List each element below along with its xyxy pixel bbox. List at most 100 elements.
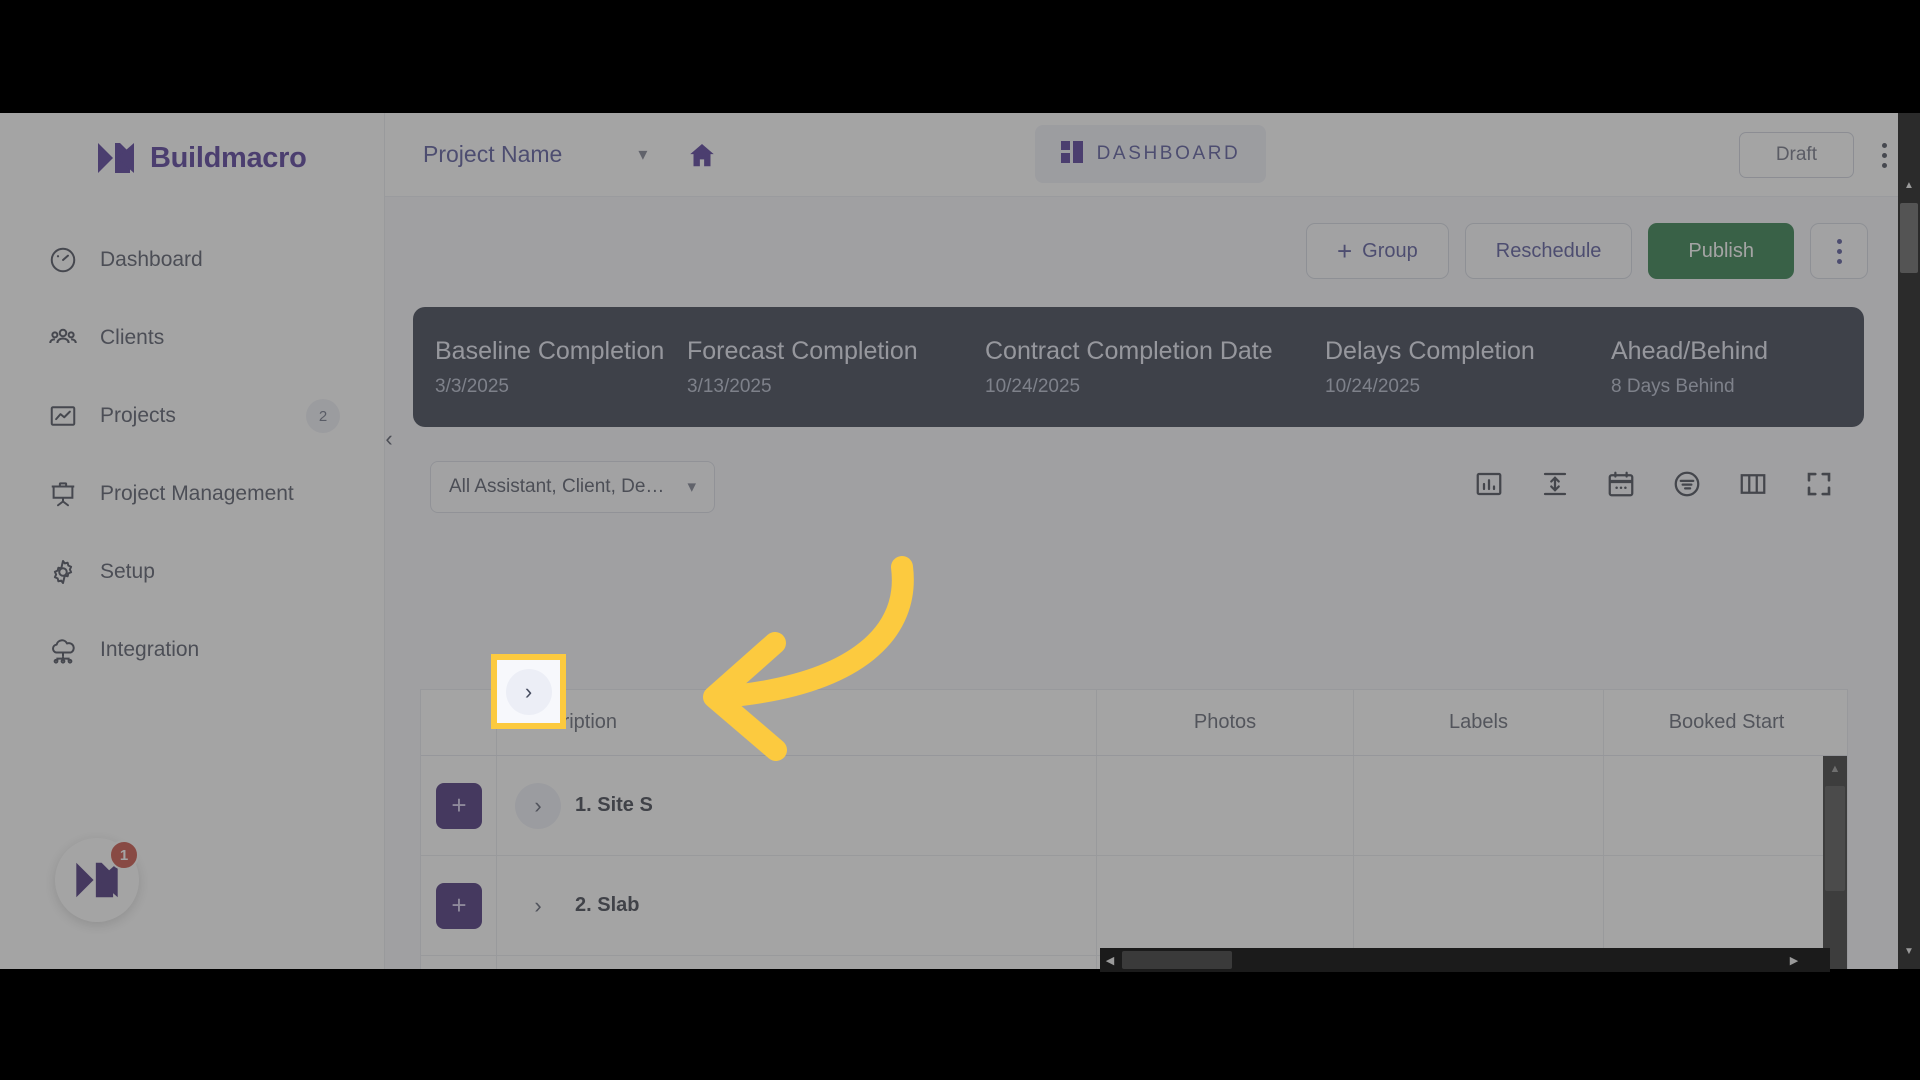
- row-labels-cell[interactable]: [1354, 856, 1604, 955]
- application-window: Buildmacro Dashboard Clients Projects 2 …: [0, 113, 1920, 969]
- brand-name: Buildmacro: [150, 141, 307, 174]
- more-vertical-icon: [1881, 142, 1887, 148]
- people-group-icon: [48, 323, 78, 353]
- speedometer-icon: [48, 245, 78, 275]
- floating-brand-button[interactable]: 1: [55, 838, 139, 922]
- page-scroll-up-icon[interactable]: ▲: [1898, 175, 1920, 195]
- grid-vertical-scrollbar-thumb[interactable]: [1825, 786, 1845, 891]
- schedule-action-bar: + Group Reschedule Publish: [1305, 223, 1868, 279]
- columns-icon[interactable]: [1738, 469, 1768, 499]
- stat-contract-completion-date: Contract Completion Date 10/24/2025: [985, 336, 1273, 397]
- row-booked-start-cell[interactable]: [1604, 856, 1847, 955]
- plus-icon: +: [1336, 236, 1353, 266]
- grid-header-labels[interactable]: Labels: [1354, 690, 1604, 755]
- sidebar-collapse-button[interactable]: ‹: [376, 413, 402, 465]
- sidebar-item-label: Dashboard: [100, 248, 203, 271]
- chart-box-icon: [48, 401, 78, 431]
- row-add-cell: +: [421, 856, 497, 955]
- table-row[interactable]: + › 2. Slab: [421, 856, 1847, 956]
- project-selector[interactable]: Project Name ▾: [423, 141, 647, 168]
- stat-forecast-completion: Forecast Completion 3/13/2025: [687, 336, 918, 397]
- sidebar-item-label: Projects: [100, 404, 176, 427]
- grid-toolbar: All Assistant, Client, De… ▾: [413, 461, 1864, 531]
- chevron-down-icon: ▾: [687, 477, 696, 496]
- chevron-right-icon: ›: [534, 792, 542, 818]
- grid-header-description[interactable]: Description: [497, 690, 1097, 755]
- sidebar-item-label: Clients: [100, 326, 165, 349]
- schedule-grid: Description Photos Labels Booked Start +…: [420, 689, 1848, 969]
- tab-dashboard[interactable]: DASHBOARD: [1035, 125, 1266, 183]
- publish-button[interactable]: Publish: [1648, 223, 1794, 279]
- filter-icon[interactable]: [1672, 469, 1702, 499]
- home-icon: [687, 140, 717, 170]
- row-add-cell: +: [421, 756, 497, 855]
- sidebar-item-projects[interactable]: Projects 2: [0, 377, 384, 455]
- stat-delays-completion: Delays Completion 10/24/2025: [1325, 336, 1535, 397]
- grid-header-booked-start[interactable]: Booked Start: [1604, 690, 1847, 755]
- row-add-cell: +: [421, 956, 497, 969]
- schedule-more-menu-button[interactable]: [1810, 223, 1868, 279]
- calendar-icon[interactable]: [1606, 469, 1636, 499]
- sidebar-item-project-management[interactable]: Project Management: [0, 455, 384, 533]
- sidebar-item-setup[interactable]: Setup: [0, 533, 384, 611]
- presentation-board-icon: [48, 479, 78, 509]
- grid-header-photos[interactable]: Photos: [1097, 690, 1354, 755]
- sidebar-item-badge: 2: [306, 399, 340, 433]
- gear-icon: [48, 557, 78, 587]
- page-scrollbar[interactable]: ▲ ▼: [1898, 113, 1920, 969]
- row-title: 1. Site S: [575, 794, 653, 816]
- top-bar-more-menu-button[interactable]: [1870, 132, 1898, 178]
- reschedule-button[interactable]: Reschedule: [1464, 223, 1633, 279]
- expand-row-button-highlighted[interactable]: ›: [505, 668, 552, 715]
- home-button[interactable]: [687, 140, 717, 170]
- sidebar-item-clients[interactable]: Clients: [0, 299, 384, 377]
- expand-row-button[interactable]: ›: [515, 782, 561, 829]
- draft-status-button[interactable]: Draft: [1738, 132, 1854, 178]
- completion-stats-banner: Baseline Completion 3/3/2025 Forecast Co…: [413, 307, 1864, 427]
- row-photos-cell[interactable]: [1097, 856, 1354, 955]
- dashboard-grid-icon: [1060, 140, 1083, 168]
- grid-horizontal-scrollbar-thumb[interactable]: [1122, 951, 1232, 969]
- chevron-left-icon: ‹: [385, 426, 393, 451]
- assignee-filter-select[interactable]: All Assistant, Client, De… ▾: [430, 461, 715, 513]
- bar-chart-icon[interactable]: [1474, 469, 1504, 499]
- top-bar-actions: Draft: [1738, 113, 1898, 197]
- sidebar-item-dashboard[interactable]: Dashboard: [0, 221, 384, 299]
- more-vertical-icon: [1825, 228, 1853, 274]
- grid-view-tools: [1474, 469, 1834, 499]
- grid-header-row: Description Photos Labels Booked Start: [421, 690, 1847, 756]
- add-group-button[interactable]: + Group: [1305, 223, 1449, 279]
- row-photos-cell[interactable]: [1097, 756, 1354, 855]
- sidebar-item-label: Integration: [100, 638, 200, 661]
- chevron-right-icon: ›: [534, 892, 542, 918]
- scroll-right-icon[interactable]: ▶: [1784, 948, 1804, 972]
- sidebar-item-label: Setup: [100, 560, 155, 583]
- grid-horizontal-scrollbar[interactable]: ◀ ▶: [1100, 948, 1830, 972]
- expand-rows-icon[interactable]: [1540, 469, 1570, 499]
- row-labels-cell[interactable]: [1354, 756, 1604, 855]
- page-scroll-down-icon[interactable]: ▼: [1898, 941, 1920, 961]
- grid-vertical-scrollbar[interactable]: ▲ ▼: [1823, 756, 1847, 969]
- expand-row-button[interactable]: ›: [515, 883, 561, 929]
- scroll-up-icon[interactable]: ▲: [1823, 758, 1847, 780]
- add-task-button[interactable]: +: [436, 882, 482, 929]
- fullscreen-icon[interactable]: [1804, 469, 1834, 499]
- sidebar-item-integration[interactable]: Integration: [0, 611, 384, 689]
- reschedule-label: Reschedule: [1495, 239, 1602, 262]
- table-row[interactable]: + › 1. Site S: [421, 756, 1847, 856]
- notification-badge: 1: [109, 840, 139, 870]
- stat-baseline-completion: Baseline Completion 3/3/2025: [435, 336, 665, 397]
- scroll-left-icon[interactable]: ◀: [1100, 948, 1120, 972]
- row-title: 2. Slab: [575, 894, 640, 916]
- tab-dashboard-label: DASHBOARD: [1096, 143, 1241, 164]
- screen-root: Buildmacro Dashboard Clients Projects 2 …: [0, 0, 1920, 1080]
- page-scrollbar-thumb[interactable]: [1900, 203, 1918, 273]
- top-bar: Project Name ▾ DASHBOARD Draft: [385, 113, 1920, 197]
- project-name-label: Project Name: [423, 141, 563, 167]
- row-description-cell: › 3. Frame: [497, 956, 1097, 969]
- add-task-button[interactable]: +: [436, 782, 482, 829]
- cloud-network-icon: [48, 635, 78, 665]
- row-booked-start-cell[interactable]: [1604, 756, 1847, 855]
- sidebar-item-label: Project Management: [100, 482, 294, 505]
- sidebar: Buildmacro Dashboard Clients Projects 2 …: [0, 113, 385, 969]
